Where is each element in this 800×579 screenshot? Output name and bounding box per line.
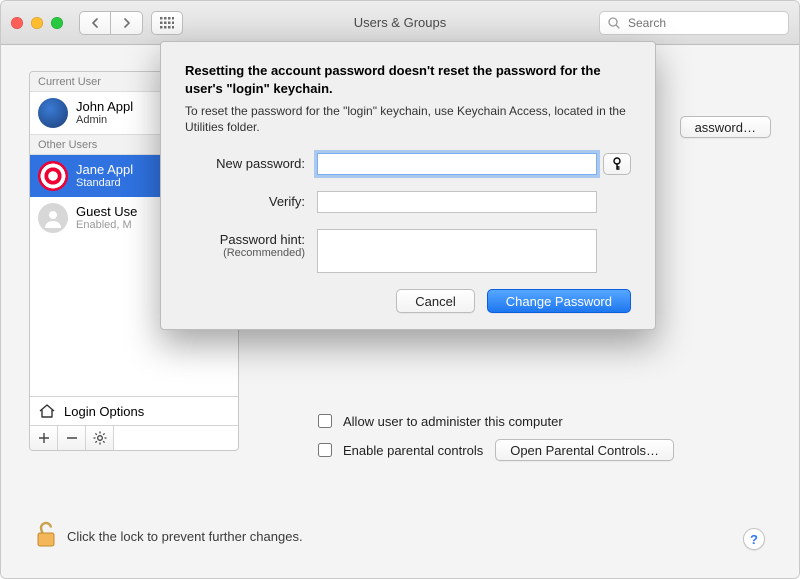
titlebar: Users & Groups	[1, 1, 799, 45]
gear-icon	[93, 431, 107, 445]
chevron-left-icon	[91, 18, 99, 28]
change-password-confirm-button[interactable]: Change Password	[487, 289, 631, 313]
help-button[interactable]: ?	[743, 528, 765, 550]
dialog-subtext: To reset the password for the "login" ke…	[185, 103, 631, 135]
hint-label: Password hint:	[220, 232, 305, 247]
zoom-icon[interactable]	[51, 17, 63, 29]
user-name: John Appl	[76, 100, 133, 114]
new-password-label: New password:	[185, 153, 317, 171]
grid-icon	[160, 17, 174, 29]
prefs-window: Users & Groups Current User John Appl Ad…	[0, 0, 800, 579]
change-password-button[interactable]: assword…	[680, 116, 771, 138]
minimize-icon[interactable]	[31, 17, 43, 29]
key-icon	[611, 157, 623, 171]
search-field[interactable]	[599, 11, 789, 35]
password-hint-input[interactable]	[317, 229, 597, 273]
chevron-right-icon	[123, 18, 131, 28]
allow-admin-label: Allow user to administer this computer	[343, 414, 563, 429]
close-icon[interactable]	[11, 17, 23, 29]
user-name: Guest Use	[76, 205, 137, 219]
avatar-target-icon	[38, 161, 68, 191]
search-icon	[608, 17, 620, 29]
plus-icon	[39, 433, 49, 443]
user-name: Jane Appl	[76, 163, 133, 177]
search-input[interactable]	[626, 15, 780, 31]
user-role: Admin	[76, 114, 133, 126]
show-all-button[interactable]	[151, 11, 183, 35]
user-role: Standard	[76, 177, 133, 189]
avatar-silhouette-icon	[38, 203, 68, 233]
verify-label: Verify:	[185, 191, 317, 209]
remove-user-button[interactable]	[58, 426, 86, 450]
house-icon	[38, 403, 56, 419]
sidebar-tools	[30, 425, 238, 450]
nav-back-forward	[79, 11, 143, 35]
minus-icon	[67, 433, 77, 443]
help-icon: ?	[750, 532, 758, 547]
login-options-row[interactable]: Login Options	[30, 396, 238, 425]
lock-open-icon[interactable]	[35, 521, 57, 552]
lock-text: Click the lock to prevent further change…	[67, 529, 303, 544]
verify-password-input[interactable]	[317, 191, 597, 213]
forward-button[interactable]	[111, 11, 143, 35]
reset-password-dialog: Resetting the account password doesn't r…	[160, 41, 656, 330]
avatar-earth-icon	[38, 98, 68, 128]
open-parental-controls-button[interactable]: Open Parental Controls…	[495, 439, 674, 461]
cancel-button[interactable]: Cancel	[396, 289, 474, 313]
hint-sublabel: (Recommended)	[185, 247, 305, 259]
parental-controls-checkbox[interactable]	[318, 443, 332, 457]
sidebar-action-menu[interactable]	[86, 426, 114, 450]
window-controls	[11, 17, 63, 29]
lock-row: Click the lock to prevent further change…	[35, 521, 303, 552]
password-assistant-button[interactable]	[603, 153, 631, 175]
user-role: Enabled, M	[76, 219, 137, 231]
back-button[interactable]	[79, 11, 111, 35]
new-password-input[interactable]	[317, 153, 597, 175]
dialog-heading: Resetting the account password doesn't r…	[185, 62, 631, 97]
allow-admin-checkbox[interactable]	[318, 414, 332, 428]
add-user-button[interactable]	[30, 426, 58, 450]
parental-controls-label: Enable parental controls	[343, 443, 483, 458]
login-options-label: Login Options	[64, 404, 144, 419]
